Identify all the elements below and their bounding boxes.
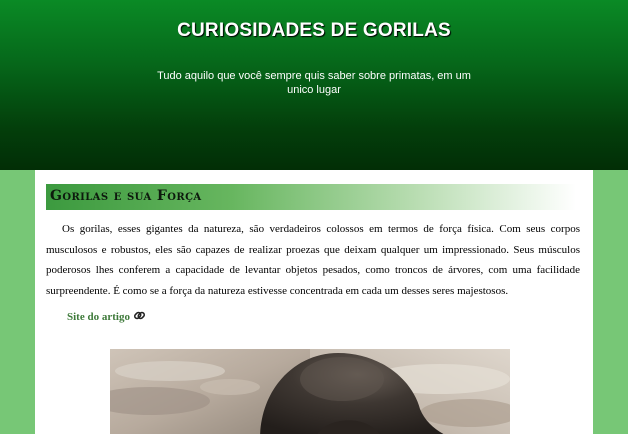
paperclip-icon	[133, 309, 146, 325]
source-link[interactable]: Site do artigo	[67, 309, 146, 325]
gorilla-photo	[110, 349, 510, 434]
source-link-label: Site do artigo	[67, 311, 130, 323]
post-title: Gorilas e sua Força	[50, 188, 202, 204]
site-title: CURIOSIDADES DE GORILAS	[177, 20, 451, 41]
site-subtitle: Tudo aquilo que você sempre quis saber s…	[157, 70, 471, 96]
post-container: Gorilas e sua Força Os gorilas, esses gi…	[35, 170, 593, 434]
post-body: Os gorilas, esses gigantes da natureza, …	[46, 223, 580, 297]
site-header: CURIOSIDADES DE GORILAS Tudo aquilo que …	[0, 0, 628, 170]
post-title-bar: Gorilas e sua Força	[46, 184, 576, 210]
